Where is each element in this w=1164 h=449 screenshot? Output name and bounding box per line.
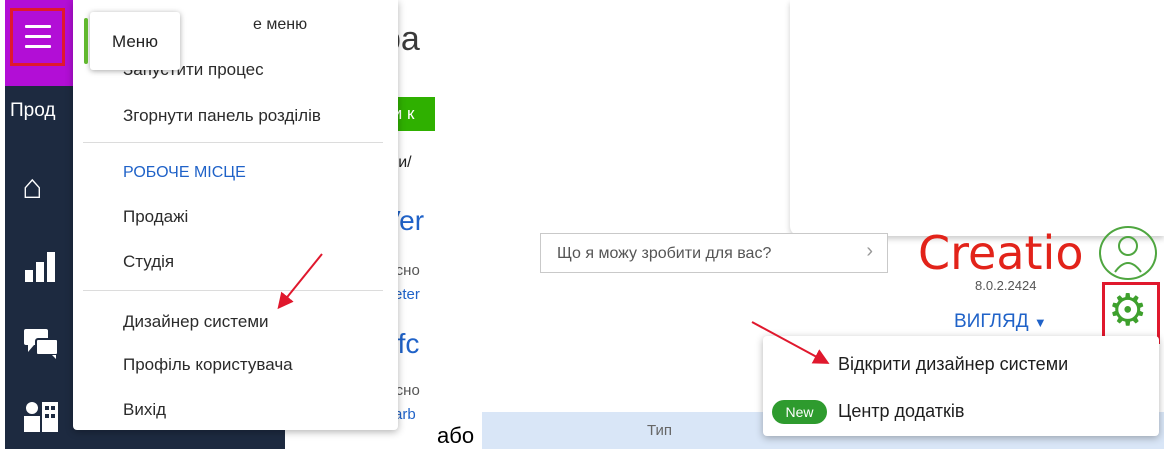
arrow-to-open-designer	[751, 321, 830, 364]
arrow-to-system-designer	[277, 253, 323, 310]
annotation-arrows	[277, 253, 830, 364]
